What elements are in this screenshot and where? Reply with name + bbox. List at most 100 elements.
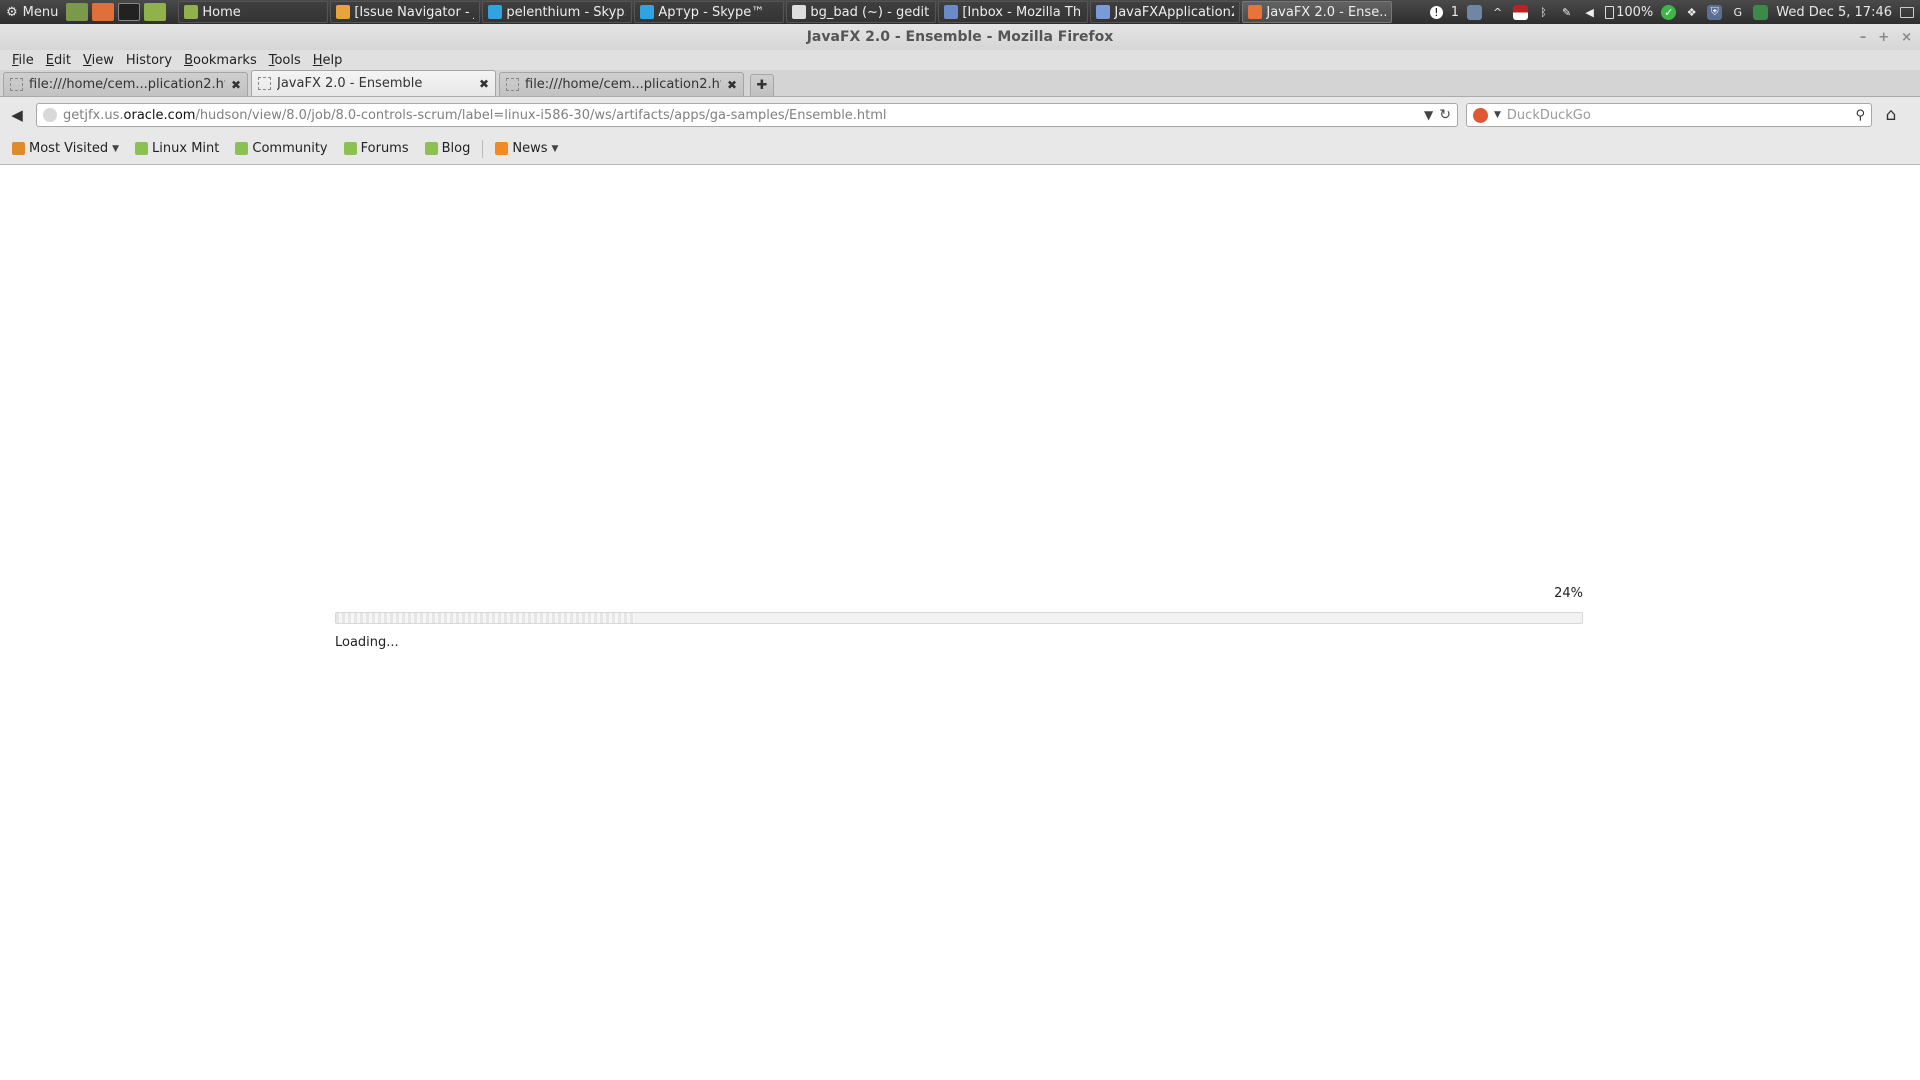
back-arrow-icon: ◀ bbox=[11, 106, 23, 124]
bookmark-label: Most Visited bbox=[29, 141, 109, 156]
close-tab-icon[interactable]: ✖ bbox=[727, 78, 737, 92]
bookmark-item[interactable]: Linux Mint bbox=[129, 141, 225, 156]
tab-label: JavaFX 2.0 - Ensemble bbox=[277, 76, 423, 91]
notification-icon[interactable]: ! bbox=[1429, 5, 1443, 19]
window-titlebar[interactable]: JavaFX 2.0 - Ensemble - Mozilla Firefox … bbox=[0, 24, 1920, 50]
site-identity-icon[interactable] bbox=[43, 108, 57, 122]
duckduckgo-engine-icon[interactable] bbox=[1473, 107, 1488, 123]
taskbar: Home [Issue Navigator - J... pelenthium - … bbox=[176, 1, 1393, 23]
bookmark-item[interactable]: News ▼ bbox=[489, 141, 564, 156]
update-ok-icon[interactable]: ✓ bbox=[1661, 4, 1677, 20]
back-button[interactable]: ◀ bbox=[6, 104, 28, 126]
shield-icon[interactable]: ⛨ bbox=[1707, 4, 1723, 20]
maximize-button[interactable]: + bbox=[1878, 30, 1889, 45]
firefox-launcher-icon[interactable] bbox=[92, 3, 115, 21]
start-menu-button[interactable]: ⚙ Menu bbox=[0, 0, 64, 24]
menu-label: ools bbox=[274, 52, 301, 68]
taskbar-button[interactable]: Home bbox=[178, 1, 329, 23]
app-icon bbox=[944, 5, 959, 19]
chevron-up-icon[interactable]: ^ bbox=[1490, 5, 1505, 20]
clock-applet-icon bbox=[1753, 4, 1769, 20]
home-icon: ⌂ bbox=[1885, 105, 1897, 125]
bookmark-label: Community bbox=[252, 141, 328, 156]
system-tray: ! 1 ^ ᛒ ✎ ◀ 100% ✓ ❖ ⛨ G Wed Dec 5, 17:4… bbox=[1429, 0, 1920, 24]
url-text[interactable]: getjfx.us.oracle.com/hudson/view/8.0/job… bbox=[63, 108, 1418, 123]
taskbar-button[interactable]: [Inbox - Mozilla Th... bbox=[938, 1, 1089, 23]
home-button[interactable]: ⌂ bbox=[1880, 104, 1902, 126]
clock[interactable]: Wed Dec 5, 17:46 bbox=[1776, 5, 1892, 20]
bookmark-separator bbox=[482, 139, 484, 158]
browser-tab[interactable]: JavaFX 2.0 - Ensemble ✖ bbox=[251, 70, 496, 96]
taskbar-button-label: Home bbox=[202, 4, 241, 20]
close-tab-icon[interactable]: ✖ bbox=[479, 77, 489, 91]
menu-label: ookmarks bbox=[193, 52, 257, 68]
browser-tab[interactable]: file:///home/cem...plication2.html ✖ bbox=[499, 72, 744, 96]
taskbar-button-label: pelenthium - Skyp... bbox=[506, 4, 627, 20]
most-visited-folder-icon bbox=[12, 142, 25, 155]
volume-icon[interactable]: ◀ bbox=[1582, 5, 1597, 20]
search-bar[interactable]: ▼ DuckDuckGo ⚲ bbox=[1466, 103, 1872, 127]
bookmark-icon bbox=[343, 142, 357, 155]
menu-item[interactable]: Help bbox=[307, 53, 349, 68]
terminal-launcher-icon[interactable] bbox=[118, 3, 141, 21]
browser-tab[interactable]: file:///home/cem...plication2.html ✖ bbox=[3, 72, 248, 96]
bookmark-label: News bbox=[512, 141, 548, 156]
rss-feed-icon bbox=[495, 142, 509, 155]
close-window-button[interactable]: × bbox=[1901, 30, 1912, 45]
menu-item[interactable]: History bbox=[120, 53, 178, 68]
google-icon[interactable]: G bbox=[1730, 5, 1745, 20]
bookmark-item[interactable]: Community bbox=[229, 141, 333, 156]
search-icon[interactable]: ⚲ bbox=[1855, 108, 1865, 123]
bluetooth-icon[interactable]: ᛒ bbox=[1536, 5, 1551, 20]
taskbar-button[interactable]: pelenthium - Skyp... bbox=[482, 1, 633, 23]
close-tab-icon[interactable]: ✖ bbox=[231, 78, 241, 92]
taskbar-button-label: Артур - Skype™ bbox=[658, 4, 765, 20]
bookmark-icon bbox=[424, 142, 438, 155]
files-launcher-icon[interactable] bbox=[144, 3, 167, 21]
taskbar-button[interactable]: JavaFXApplication2... bbox=[1090, 1, 1241, 23]
user-icon[interactable] bbox=[1467, 4, 1483, 20]
bookmark-item[interactable]: Forums bbox=[338, 141, 415, 156]
chevron-down-icon: ▼ bbox=[551, 143, 559, 154]
keyboard-layout-flag-icon[interactable] bbox=[1513, 4, 1529, 20]
pen-icon[interactable]: ✎ bbox=[1559, 5, 1574, 20]
menu-item[interactable]: View bbox=[77, 53, 120, 68]
dropbox-icon[interactable]: ❖ bbox=[1684, 5, 1699, 20]
tab-label: file:///home/cem...plication2.html bbox=[29, 77, 225, 92]
gear-icon: ⚙ bbox=[6, 4, 18, 20]
menu-mnemonic: H bbox=[312, 52, 323, 68]
battery-indicator[interactable]: 100% bbox=[1605, 5, 1653, 20]
minimize-button[interactable]: – bbox=[1860, 30, 1867, 45]
url-domain: oracle.com bbox=[123, 107, 196, 123]
menu-label: dit bbox=[54, 52, 71, 68]
app-icon bbox=[488, 5, 503, 19]
taskbar-button-label: JavaFXApplication2... bbox=[1114, 4, 1234, 20]
menu-item[interactable]: Tools bbox=[263, 53, 307, 68]
menu-mnemonic: E bbox=[45, 52, 54, 68]
bookmark-icon bbox=[235, 142, 249, 155]
taskbar-button[interactable]: JavaFX 2.0 - Ense... bbox=[1242, 1, 1393, 23]
bookmark-item[interactable]: Most Visited ▼ bbox=[6, 141, 125, 156]
bookmark-label: Linux Mint bbox=[152, 141, 220, 156]
show-desktop-icon[interactable] bbox=[66, 3, 89, 21]
reload-icon[interactable]: ↻ bbox=[1439, 107, 1451, 123]
new-tab-button[interactable]: ✚ bbox=[750, 74, 774, 96]
chevron-down-icon: ▼ bbox=[112, 143, 120, 154]
search-input[interactable]: DuckDuckGo bbox=[1507, 108, 1850, 123]
app-icon bbox=[184, 5, 199, 19]
monitor-icon[interactable] bbox=[1900, 6, 1914, 18]
taskbar-button[interactable]: Артур - Skype™ bbox=[634, 1, 785, 23]
search-engine-dropdown-icon[interactable]: ▼ bbox=[1494, 110, 1501, 120]
url-history-dropdown-icon[interactable]: ▼ bbox=[1424, 108, 1433, 122]
page-favicon-icon bbox=[506, 78, 519, 91]
bookmark-item[interactable]: Blog bbox=[419, 141, 477, 156]
taskbar-button[interactable]: [Issue Navigator - J... bbox=[330, 1, 481, 23]
menu-item[interactable]: Bookmarks bbox=[178, 53, 263, 68]
tab-strip: file:///home/cem...plication2.html ✖ JavaF… bbox=[0, 70, 1920, 97]
notification-count: 1 bbox=[1450, 4, 1460, 20]
menu-item[interactable]: Edit bbox=[40, 53, 77, 68]
menu-item[interactable]: File bbox=[6, 53, 40, 68]
url-bar[interactable]: getjfx.us.oracle.com/hudson/view/8.0/job… bbox=[36, 103, 1458, 127]
taskbar-button[interactable]: bg_bad (~) - gedit bbox=[786, 1, 937, 23]
menu-label: ile bbox=[18, 52, 34, 68]
